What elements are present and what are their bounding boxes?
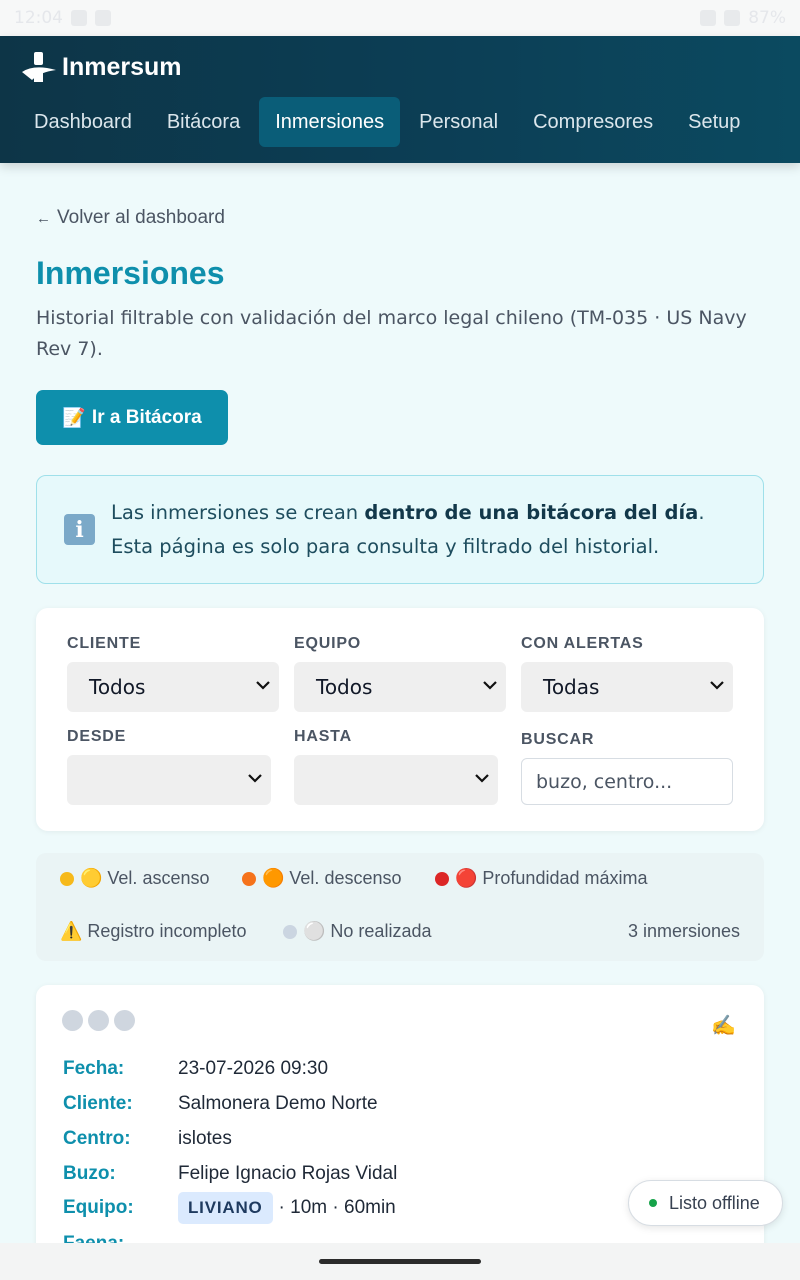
filter-cliente-select[interactable]: Todos [67, 662, 279, 712]
legend-item-descenso: 🟠 Vel. descenso [242, 868, 402, 889]
row-value: 23-07-2026 09:30 [178, 1058, 329, 1079]
wifi-icon [700, 10, 717, 26]
row-value: islotes [178, 1128, 232, 1149]
legend-label: ⚠️ Registro incompleto [60, 921, 247, 941]
back-link[interactable]: ← Volver al dashboard [36, 207, 225, 229]
row-label: Equipo: [63, 1197, 134, 1218]
tab-inmersiones[interactable]: Inmersiones [259, 97, 401, 147]
row-label: Faena: [63, 1233, 178, 1243]
card-row-cliente: Cliente: Salmonera Demo Norte [63, 1093, 378, 1115]
tab-setup[interactable]: Setup [672, 97, 756, 147]
go-to-bitacora-label: Ir a Bitácora [91, 406, 202, 428]
online-dot-icon [649, 1199, 657, 1207]
app-header: Inmersum Dashboard Bitácora Inmersiones … [0, 36, 800, 163]
red-dot-icon [435, 871, 449, 886]
card-row-fecha: Fecha: 23-07-2026 09:30 [63, 1058, 328, 1080]
brand[interactable]: Inmersum [20, 50, 181, 84]
filter-hasta-label: HASTA [294, 728, 352, 745]
page-subtitle: Historial filtrable con validación del m… [36, 307, 747, 360]
legend-item-incompleto: ⚠️ Registro incompleto [60, 921, 247, 942]
main-nav: Dashboard Bitácora Inmersiones Personal … [18, 97, 759, 147]
card-row-buzo: Buzo: Felipe Ignacio Rojas Vidal [63, 1163, 397, 1185]
alert-status-dots [62, 1010, 135, 1031]
row-value: Felipe Ignacio Rojas Vidal [178, 1163, 398, 1184]
chevron-down-icon [483, 681, 497, 690]
battery-level: 87% [748, 8, 786, 28]
yellow-dot-icon [60, 871, 74, 886]
home-indicator[interactable] [319, 1259, 481, 1264]
filter-equipo-select[interactable]: Todos [294, 662, 506, 712]
notification-icon [71, 10, 87, 26]
brand-name: Inmersum [62, 52, 182, 81]
orange-dot-icon [242, 871, 256, 886]
info-text-bold: dentro de una bitácora del día [364, 501, 699, 524]
status-dot-icon [114, 1010, 135, 1031]
filter-buscar-label: BUSCAR [521, 731, 595, 748]
tab-compresores[interactable]: Compresores [517, 97, 669, 147]
filter-alertas-select[interactable]: Todas [521, 662, 733, 712]
legend-item-profundidad: 🔴 Profundidad máxima [435, 868, 648, 889]
search-input[interactable]: buzo, centro... [521, 758, 733, 805]
filter-hasta-select[interactable] [294, 755, 498, 805]
back-link-label: Volver al dashboard [57, 207, 225, 228]
chevron-down-icon [256, 681, 270, 690]
page-title: Inmersiones [36, 255, 225, 291]
row-label: Fecha: [63, 1058, 125, 1079]
alert-legend: 🟡 Vel. ascenso 🟠 Vel. descenso 🔴 Profund… [36, 853, 764, 961]
brand-logo-icon [22, 52, 56, 82]
card-row-centro: Centro: islotes [63, 1128, 232, 1150]
memo-icon: 📝 [62, 407, 86, 429]
row-label: Centro: [63, 1128, 131, 1149]
go-to-bitacora-button[interactable]: 📝 Ir a Bitácora [36, 390, 228, 445]
status-time: 12:04 [14, 8, 63, 28]
offline-status-label: Listo offline [669, 1192, 760, 1213]
filter-equipo-label: EQUIPO [294, 635, 362, 652]
card-row-faena: Faena: [63, 1233, 178, 1243]
chevron-down-icon [710, 681, 724, 690]
chevron-down-icon [248, 774, 262, 783]
row-value: · 10m · 60min [278, 1197, 396, 1218]
battery-icon [724, 10, 741, 26]
equipment-badge: LIVIANO [178, 1192, 273, 1224]
filter-equipo-value: Todos [316, 675, 373, 699]
status-bar: 12:04 87% [0, 0, 800, 36]
filter-desde-select[interactable] [67, 755, 271, 805]
filter-alertas-value: Todas [543, 675, 600, 699]
legend-item-ascenso: 🟡 Vel. ascenso [60, 868, 209, 889]
filter-alertas-label: CON ALERTAS [521, 635, 644, 652]
legend-label: 🟡 Vel. ascenso [80, 868, 210, 888]
result-count: 3 inmersiones [627, 921, 740, 941]
legend-label: ⚪ No realizada [303, 921, 432, 941]
tab-personal[interactable]: Personal [403, 97, 514, 147]
row-label: Buzo: [63, 1163, 116, 1184]
chevron-down-icon [475, 774, 489, 783]
filter-desde-label: DESDE [67, 728, 127, 745]
status-dot-icon [88, 1010, 109, 1031]
info-box: i Las inmersiones se crean dentro de una… [36, 475, 764, 584]
filter-cliente-value: Todos [89, 675, 146, 699]
legend-item-no-realizada: ⚪ No realizada [283, 921, 431, 942]
card-row-equipo: Equipo: LIVIANO · 10m · 60min [63, 1192, 396, 1224]
tab-dashboard[interactable]: Dashboard [18, 97, 148, 147]
offline-status-badge[interactable]: Listo offline [628, 1180, 783, 1226]
system-nav-bar [0, 1243, 800, 1280]
legend-label: 🔴 Profundidad máxima [455, 868, 648, 888]
sync-icon [95, 10, 111, 26]
row-label: Cliente: [63, 1093, 133, 1114]
tab-bitacora[interactable]: Bitácora [151, 97, 256, 147]
gray-dot-icon [283, 924, 297, 939]
info-icon: i [64, 514, 95, 545]
legend-label: 🟠 Vel. descenso [262, 868, 402, 888]
back-arrow-icon: ← [36, 210, 51, 227]
info-text: Las inmersiones se crean dentro de una b… [111, 496, 741, 564]
row-value: Salmonera Demo Norte [178, 1093, 378, 1114]
main-content: ← Volver al dashboard Inmersiones Histori… [0, 163, 800, 1243]
info-text-part: Las inmersiones se crean [111, 501, 365, 524]
signature-icon[interactable]: ✍️ [711, 1013, 736, 1037]
filter-cliente-label: CLIENTE [67, 635, 142, 652]
status-dot-icon [62, 1010, 83, 1031]
filters-panel: CLIENTE Todos EQUIPO Todos CON ALERTAS T… [36, 608, 764, 831]
